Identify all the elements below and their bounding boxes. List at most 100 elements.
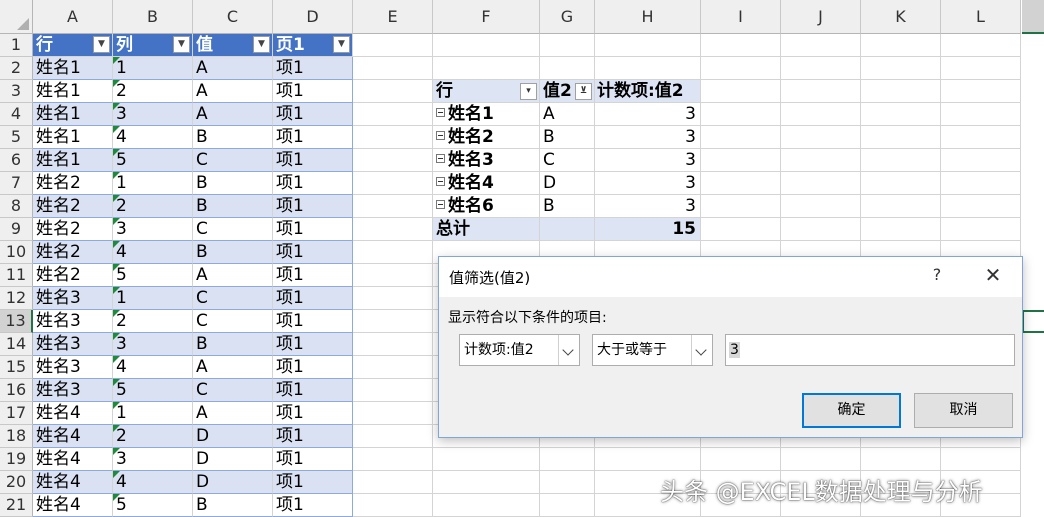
cell[interactable] <box>353 195 433 218</box>
table-cell[interactable]: 项1 <box>273 425 353 448</box>
row-header-6[interactable]: 6 <box>0 149 33 172</box>
table-cell[interactable]: 4 <box>113 471 193 494</box>
table-cell[interactable]: 项1 <box>273 287 353 310</box>
cell[interactable] <box>941 149 1021 172</box>
cell[interactable] <box>701 34 781 57</box>
table-cell[interactable]: 3 <box>113 448 193 471</box>
table-header-cell[interactable]: 值 ▼ <box>193 34 273 57</box>
table-cell[interactable]: 5 <box>113 264 193 287</box>
cell[interactable] <box>701 126 781 149</box>
table-cell[interactable]: 4 <box>113 356 193 379</box>
pivot-cell[interactable]: 3 <box>595 103 701 126</box>
row-header-11[interactable]: 11 <box>0 264 33 287</box>
table-cell[interactable]: 姓名2 <box>33 195 113 218</box>
table-cell[interactable]: 1 <box>113 172 193 195</box>
cell[interactable] <box>861 103 941 126</box>
table-cell[interactable]: A <box>193 402 273 425</box>
column-header-I[interactable]: I <box>701 0 781 34</box>
cell[interactable] <box>595 448 701 471</box>
table-cell[interactable]: 姓名2 <box>33 218 113 241</box>
cell[interactable] <box>781 103 861 126</box>
table-cell[interactable]: 项1 <box>273 195 353 218</box>
cell[interactable] <box>781 126 861 149</box>
collapse-icon[interactable] <box>436 176 445 186</box>
column-header-C[interactable]: C <box>193 0 273 34</box>
pivot-total-label[interactable]: 总计 <box>433 218 540 241</box>
table-cell[interactable]: 姓名3 <box>33 379 113 402</box>
cell[interactable] <box>861 126 941 149</box>
column-header-F[interactable]: F <box>433 0 540 34</box>
cell[interactable] <box>353 448 433 471</box>
cell[interactable] <box>540 448 595 471</box>
pivot-cell[interactable]: D <box>540 172 595 195</box>
cell[interactable] <box>941 34 1021 57</box>
cell[interactable] <box>353 80 433 103</box>
pivot-cell[interactable]: 姓名3 <box>433 149 540 172</box>
table-cell[interactable]: B <box>193 126 273 149</box>
table-cell[interactable]: 项1 <box>273 494 353 517</box>
table-cell[interactable]: 姓名3 <box>33 333 113 356</box>
cell[interactable] <box>353 218 433 241</box>
row-header-2[interactable]: 2 <box>0 57 33 80</box>
table-cell[interactable]: 姓名1 <box>33 149 113 172</box>
cell[interactable] <box>781 80 861 103</box>
cell[interactable] <box>861 80 941 103</box>
cell[interactable] <box>353 57 433 80</box>
table-cell[interactable]: B <box>193 333 273 356</box>
pivot-cell[interactable]: 3 <box>595 126 701 149</box>
cell[interactable] <box>701 57 781 80</box>
cell[interactable] <box>433 494 540 517</box>
row-header-15[interactable]: 15 <box>0 356 33 379</box>
table-cell[interactable]: D <box>193 425 273 448</box>
cell[interactable] <box>353 172 433 195</box>
table-cell[interactable]: 2 <box>113 80 193 103</box>
cancel-button[interactable]: 取消 <box>914 393 1013 428</box>
row-header-20[interactable]: 20 <box>0 471 33 494</box>
cell[interactable] <box>540 494 595 517</box>
cell[interactable] <box>781 195 861 218</box>
table-cell[interactable]: 3 <box>113 103 193 126</box>
table-cell[interactable]: 5 <box>113 494 193 517</box>
filter-dropdown-icon[interactable]: ▼ <box>253 36 270 53</box>
cell[interactable] <box>861 149 941 172</box>
chevron-down-icon[interactable] <box>558 335 579 365</box>
chevron-down-icon[interactable] <box>691 335 712 365</box>
cell[interactable] <box>941 448 1021 471</box>
table-cell[interactable]: 姓名2 <box>33 172 113 195</box>
table-header-cell[interactable]: 列 ▼ <box>113 34 193 57</box>
cell[interactable] <box>353 494 433 517</box>
sort-dropdown-icon[interactable]: ▾ <box>520 83 537 100</box>
filter-dropdown-icon[interactable]: ▼ <box>93 36 110 53</box>
pivot-cell[interactable]: B <box>540 126 595 149</box>
cell[interactable] <box>701 149 781 172</box>
column-header-L[interactable]: L <box>941 0 1021 34</box>
table-cell[interactable]: B <box>193 195 273 218</box>
column-header-B[interactable]: B <box>113 0 193 34</box>
pivot-cell[interactable]: A <box>540 103 595 126</box>
cell[interactable] <box>353 126 433 149</box>
column-header-A[interactable]: A <box>33 0 113 34</box>
table-cell[interactable]: C <box>193 287 273 310</box>
table-cell[interactable]: 姓名4 <box>33 471 113 494</box>
field-select[interactable]: 计数项:值2 <box>459 334 580 366</box>
table-cell[interactable]: 2 <box>113 425 193 448</box>
table-cell[interactable]: C <box>193 310 273 333</box>
table-cell[interactable]: 姓名3 <box>33 356 113 379</box>
cell[interactable] <box>861 195 941 218</box>
ok-button[interactable]: 确定 <box>802 393 901 428</box>
table-cell[interactable]: 5 <box>113 379 193 402</box>
row-header-13[interactable]: 13 <box>0 310 33 333</box>
table-cell[interactable]: 项1 <box>273 103 353 126</box>
row-header-17[interactable]: 17 <box>0 402 33 425</box>
table-cell[interactable]: 姓名4 <box>33 448 113 471</box>
row-header-16[interactable]: 16 <box>0 379 33 402</box>
cell[interactable] <box>540 218 595 241</box>
row-header-18[interactable]: 18 <box>0 425 33 448</box>
row-header-9[interactable]: 9 <box>0 218 33 241</box>
table-cell[interactable]: 项1 <box>273 310 353 333</box>
cell[interactable] <box>941 103 1021 126</box>
collapse-icon[interactable] <box>436 107 445 117</box>
table-cell[interactable]: B <box>193 241 273 264</box>
cell[interactable] <box>433 471 540 494</box>
table-cell[interactable]: 姓名4 <box>33 494 113 517</box>
